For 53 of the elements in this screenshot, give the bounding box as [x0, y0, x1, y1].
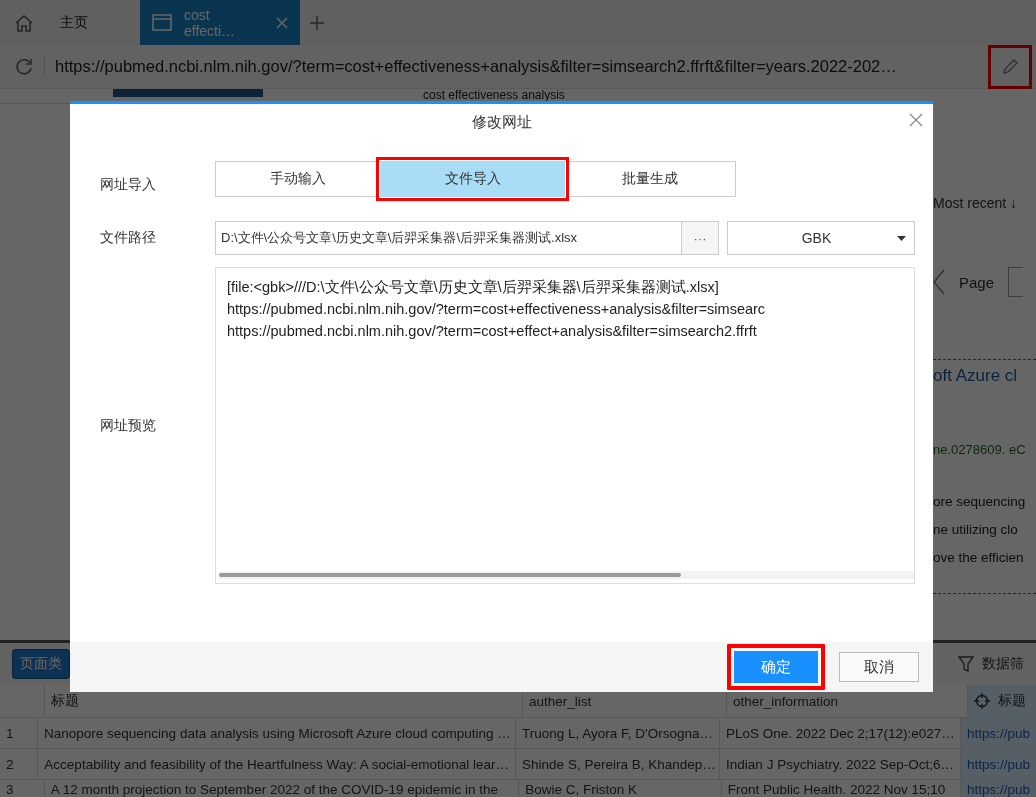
- table-cell: Truong L, Ayora F, D'Orsogna…: [522, 725, 713, 741]
- table-cell: Shinde S, Pereira B, Khandep…: [522, 756, 716, 772]
- home-tab[interactable]: 主页: [0, 0, 110, 45]
- url-preview-field[interactable]: [file:<gbk>///D:\文件\公众号文章\历史文章\后羿采集器\后羿采集器测试.xlsx] https://pubmed.ncbi.nlm.nih.gov/?term=cost+effectiveness+analysis&filter=simsearc https://pubmed.ncbi.nlm.nih.gov/?term=cost+effect+analysis&filter=simsearch2.ffrft: [215, 267, 915, 584]
- caret-icon: [897, 235, 906, 241]
- field-label: 网址导入: [100, 176, 157, 194]
- field-label: 文件路径: [100, 229, 157, 247]
- filter-icon[interactable]: [958, 656, 974, 672]
- page-type-button[interactable]: 页面类: [12, 649, 70, 679]
- refresh-icon[interactable]: [14, 56, 34, 77]
- result-snippet-line: ne utilizing clo: [933, 521, 1019, 539]
- column-header[interactable]: other_information: [733, 693, 839, 709]
- close-icon[interactable]: [909, 113, 923, 127]
- column-header[interactable]: 标题: [51, 692, 79, 710]
- result-title-link[interactable]: oft Azure cl: [933, 366, 1036, 386]
- table-cell: PLoS One. 2022 Dec 2;17(12):e027…: [725, 725, 955, 741]
- result-citation: ne.0278609. eC: [933, 442, 1027, 457]
- row-number: 3: [6, 782, 14, 797]
- result-snippet-line: ore sequencing: [933, 493, 1027, 511]
- table-cell: https://pub: [966, 782, 1030, 797]
- table-cell: Nanopore sequencing data analysis using Microsoft Azure cloud computing …: [44, 725, 511, 741]
- page-label: Page: [959, 273, 995, 291]
- table-cell: A 12 month projection to September 2022 of the COVID-19 epidemic in the: [50, 782, 498, 797]
- row-number: 2: [6, 756, 14, 772]
- window-icon: [152, 14, 172, 31]
- table-cell: Bowie C, Friston K: [525, 782, 637, 797]
- horizontal-scrollbar[interactable]: [219, 571, 914, 579]
- page-number-field[interactable]: [1008, 267, 1024, 297]
- mode-tab[interactable]: 手动输入: [215, 161, 381, 197]
- table-cell: Acceptability and feasibility of the Heartfulness Way: A social-emotional lear…: [44, 756, 510, 772]
- browser-tab[interactable]: cost effecti…: [140, 0, 300, 45]
- table-cell: Indian J Psychiatry. 2022 Sep-Oct;6…: [726, 756, 954, 772]
- encoding-dropdown[interactable]: GBK: [727, 221, 915, 255]
- home-icon: [14, 13, 34, 32]
- sort-label[interactable]: Most recent ↓: [933, 195, 1036, 211]
- result-snippet-line: ove the efficien: [933, 549, 1025, 567]
- column-header[interactable]: auther_list: [529, 693, 592, 709]
- chevron-left-icon[interactable]: [933, 269, 945, 295]
- file-path-field[interactable]: D:\文件\公众号文章\历史文章\后羿采集器\后羿采集器测试.xlsx: [215, 221, 682, 255]
- mode-tab[interactable]: 批量生成: [564, 161, 736, 197]
- browse-button[interactable]: ···: [682, 221, 719, 255]
- new-tab-icon[interactable]: [309, 14, 325, 31]
- table-cell: https://pub: [966, 756, 1030, 772]
- row-number: 1: [6, 725, 14, 741]
- filter-label[interactable]: 数据筛: [982, 655, 1024, 673]
- table-cell: Front Public Health. 2022 Nov 15;10: [727, 782, 946, 797]
- field-label: 网址预览: [100, 416, 157, 435]
- table-cell: https://pub: [966, 725, 1030, 741]
- crosshair-icon: [974, 693, 990, 709]
- pencil-icon[interactable]: [988, 44, 1032, 89]
- confirm-button[interactable]: 确定: [727, 644, 825, 690]
- dialog-title: 修改网址: [471, 113, 532, 132]
- search-query-text: cost effectiveness analysis: [423, 89, 565, 101]
